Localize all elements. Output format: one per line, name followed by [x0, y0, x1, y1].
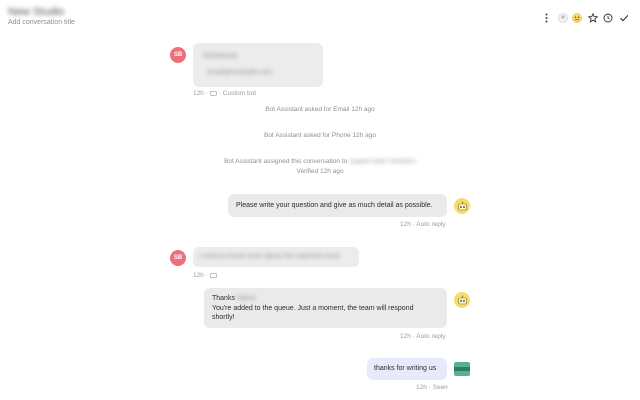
visitor-name: Someone	[203, 51, 238, 60]
visitor-avatar: SB	[170, 250, 186, 266]
bot-message-line1: Thanks Name	[212, 294, 256, 304]
visitor-avatar: SB	[170, 47, 186, 63]
bot-message-line2: You're added to the queue. Just a moment…	[212, 305, 414, 312]
assignee-name: support team members	[349, 158, 416, 165]
bot-message-line3: shortly!	[212, 314, 235, 321]
visitor-email: email@example.com	[207, 69, 273, 76]
system-event-assignment: Bot Assistant assigned this conversation…	[0, 158, 640, 165]
visitor-info-card: Someone email@example.com	[193, 43, 323, 87]
message-meta: 12h · Auto reply	[400, 221, 446, 228]
assignee-avatar-icon[interactable]	[557, 12, 569, 24]
bot-message: Please write your question and give as m…	[228, 194, 447, 217]
visitor-message-text: I need to know more about the reported i…	[199, 253, 340, 260]
bot-message: Thanks Name You're added to the queue. J…	[204, 288, 447, 328]
bot-emoji-icon[interactable]	[571, 12, 583, 24]
agent-message: thanks for writing us	[367, 358, 447, 380]
system-event: Bot Assistant asked for Email 12h ago	[265, 106, 375, 113]
meta-source: · Custom bot	[218, 90, 257, 97]
bot-message-text: Please write your question and give as m…	[236, 202, 433, 209]
message-meta: 12h · Seen	[416, 384, 448, 391]
conversation-title[interactable]: New Studio	[8, 6, 64, 18]
chat-bubble-icon	[209, 272, 217, 279]
assignment-text: Bot Assistant assigned this conversation…	[224, 158, 348, 165]
thanks-text: Thanks	[212, 295, 237, 302]
snooze-clock-icon[interactable]	[602, 12, 614, 24]
star-icon[interactable]	[587, 12, 599, 24]
agent-avatar	[454, 362, 470, 376]
system-event: Bot Assistant asked for Phone 12h ago	[263, 132, 377, 139]
visitor-message: I need to know more about the reported i…	[193, 247, 359, 267]
agent-message-text: thanks for writing us	[374, 365, 437, 372]
system-event-verified: Verified 12h ago	[296, 168, 344, 175]
more-vertical-icon[interactable]	[540, 12, 552, 24]
add-title-link[interactable]: Add conversation title	[8, 19, 75, 26]
resolve-check-icon[interactable]	[618, 12, 630, 24]
meta-time: 12h ·	[193, 272, 208, 279]
message-meta: 12h · Auto reply	[400, 333, 446, 340]
meta-time: 12h ·	[193, 90, 208, 97]
message-meta: 12h · · Custom bot	[193, 90, 256, 97]
bot-avatar-icon	[454, 292, 470, 308]
message-meta: 12h ·	[193, 272, 217, 279]
chat-bubble-icon	[209, 90, 217, 97]
bot-avatar-icon	[454, 198, 470, 214]
visitor-name: Name	[236, 295, 256, 302]
